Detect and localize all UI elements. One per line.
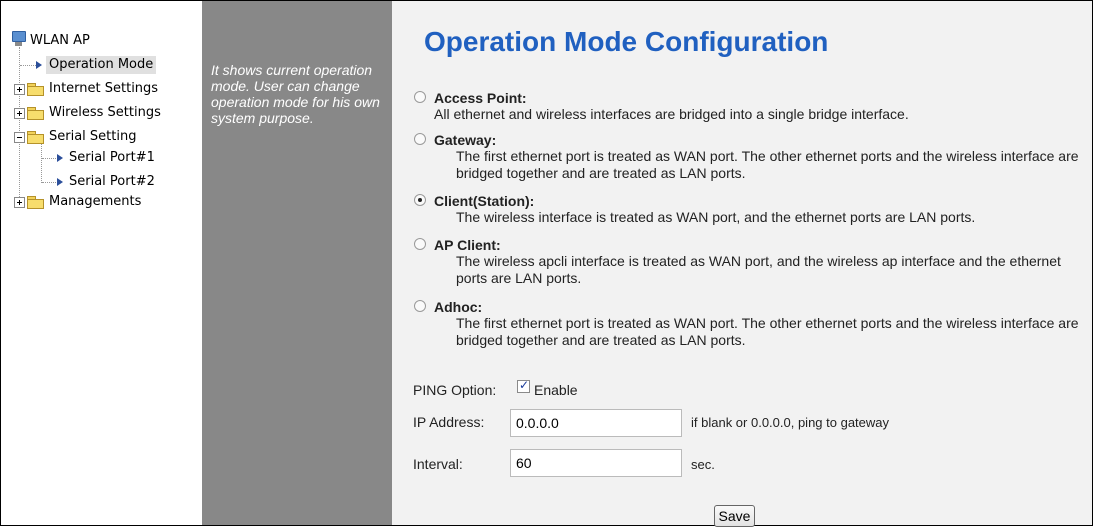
option-label: Adhoc:	[434, 299, 483, 315]
option-description: The wireless interface is treated as WAN…	[456, 209, 976, 225]
tree-item-wireless-settings[interactable]: Wireless Settings	[1, 104, 201, 122]
folder-icon	[27, 196, 44, 209]
arrow-right-icon	[36, 61, 42, 69]
folder-open-icon	[27, 131, 44, 144]
ip-address-input[interactable]	[510, 409, 682, 437]
computer-icon	[12, 31, 26, 47]
nav-tree: WLAN AP Operation Mode Internet Settings…	[1, 1, 202, 525]
page-title: Operation Mode Configuration	[424, 26, 829, 57]
option-label: Gateway:	[434, 132, 497, 148]
tree-item-operation-mode[interactable]: Operation Mode	[1, 56, 201, 74]
expand-plus-icon[interactable]	[14, 84, 25, 95]
tree-item-label: Serial Port#1	[69, 150, 155, 165]
ip-address-hint: if blank or 0.0.0.0, ping to gateway	[691, 415, 890, 430]
ip-address-label: IP Address:	[413, 414, 485, 430]
expand-plus-icon[interactable]	[14, 197, 25, 208]
tree-item-serial-port-2[interactable]: Serial Port#2	[1, 173, 201, 191]
option-label: AP Client:	[434, 237, 501, 253]
tree-item-label: Wireless Settings	[49, 105, 161, 120]
main-content: Operation Mode Configuration Access Poin…	[392, 1, 1092, 527]
interval-unit: sec.	[691, 457, 715, 472]
folder-icon	[27, 107, 44, 120]
tree-item-label: Operation Mode	[46, 56, 157, 74]
interval-label: Interval:	[413, 456, 463, 472]
collapse-minus-icon[interactable]	[14, 132, 25, 143]
app-frame: WLAN AP Operation Mode Internet Settings…	[0, 0, 1093, 527]
ping-enable-checkbox[interactable]	[517, 378, 530, 393]
tree-item-serial-port-1[interactable]: Serial Port#1	[1, 149, 201, 167]
tree-item-internet-settings[interactable]: Internet Settings	[1, 80, 201, 98]
option-label: Access Point:	[434, 90, 527, 106]
radio-ap-client[interactable]	[414, 238, 426, 250]
arrow-right-icon	[57, 154, 63, 162]
interval-input[interactable]	[510, 449, 682, 477]
ping-option-label: PING Option:	[413, 382, 497, 398]
tree-item-managements[interactable]: Managements	[1, 193, 201, 211]
radio-gateway[interactable]	[414, 133, 426, 145]
option-description: The first ethernet port is treated as WA…	[456, 148, 1079, 181]
option-description: The first ethernet port is treated as WA…	[456, 315, 1079, 348]
tree-root-label: WLAN AP	[30, 33, 90, 48]
tree-item-label: Internet Settings	[49, 81, 159, 96]
tree-item-label: Managements	[49, 194, 142, 209]
help-text: It shows current operation mode. User ca…	[211, 62, 380, 126]
option-description: The wireless apcli interface is treated …	[456, 253, 1061, 286]
expand-plus-icon[interactable]	[14, 108, 25, 119]
save-button[interactable]: Save	[714, 505, 755, 527]
option-label: Client(Station):	[434, 193, 535, 209]
ping-enable-label[interactable]: Enable	[534, 382, 578, 398]
radio-client-station[interactable]	[414, 194, 426, 206]
radio-adhoc[interactable]	[414, 300, 426, 312]
option-description: All ethernet and wireless interfaces are…	[434, 106, 909, 122]
tree-item-label: Serial Port#2	[69, 174, 155, 189]
tree-item-serial-setting[interactable]: Serial Setting	[1, 128, 201, 146]
help-panel: It shows current operation mode. User ca…	[202, 1, 392, 525]
radio-access-point[interactable]	[414, 91, 426, 103]
arrow-right-icon	[57, 178, 63, 186]
folder-icon	[27, 83, 44, 96]
tree-item-label: Serial Setting	[49, 129, 137, 144]
